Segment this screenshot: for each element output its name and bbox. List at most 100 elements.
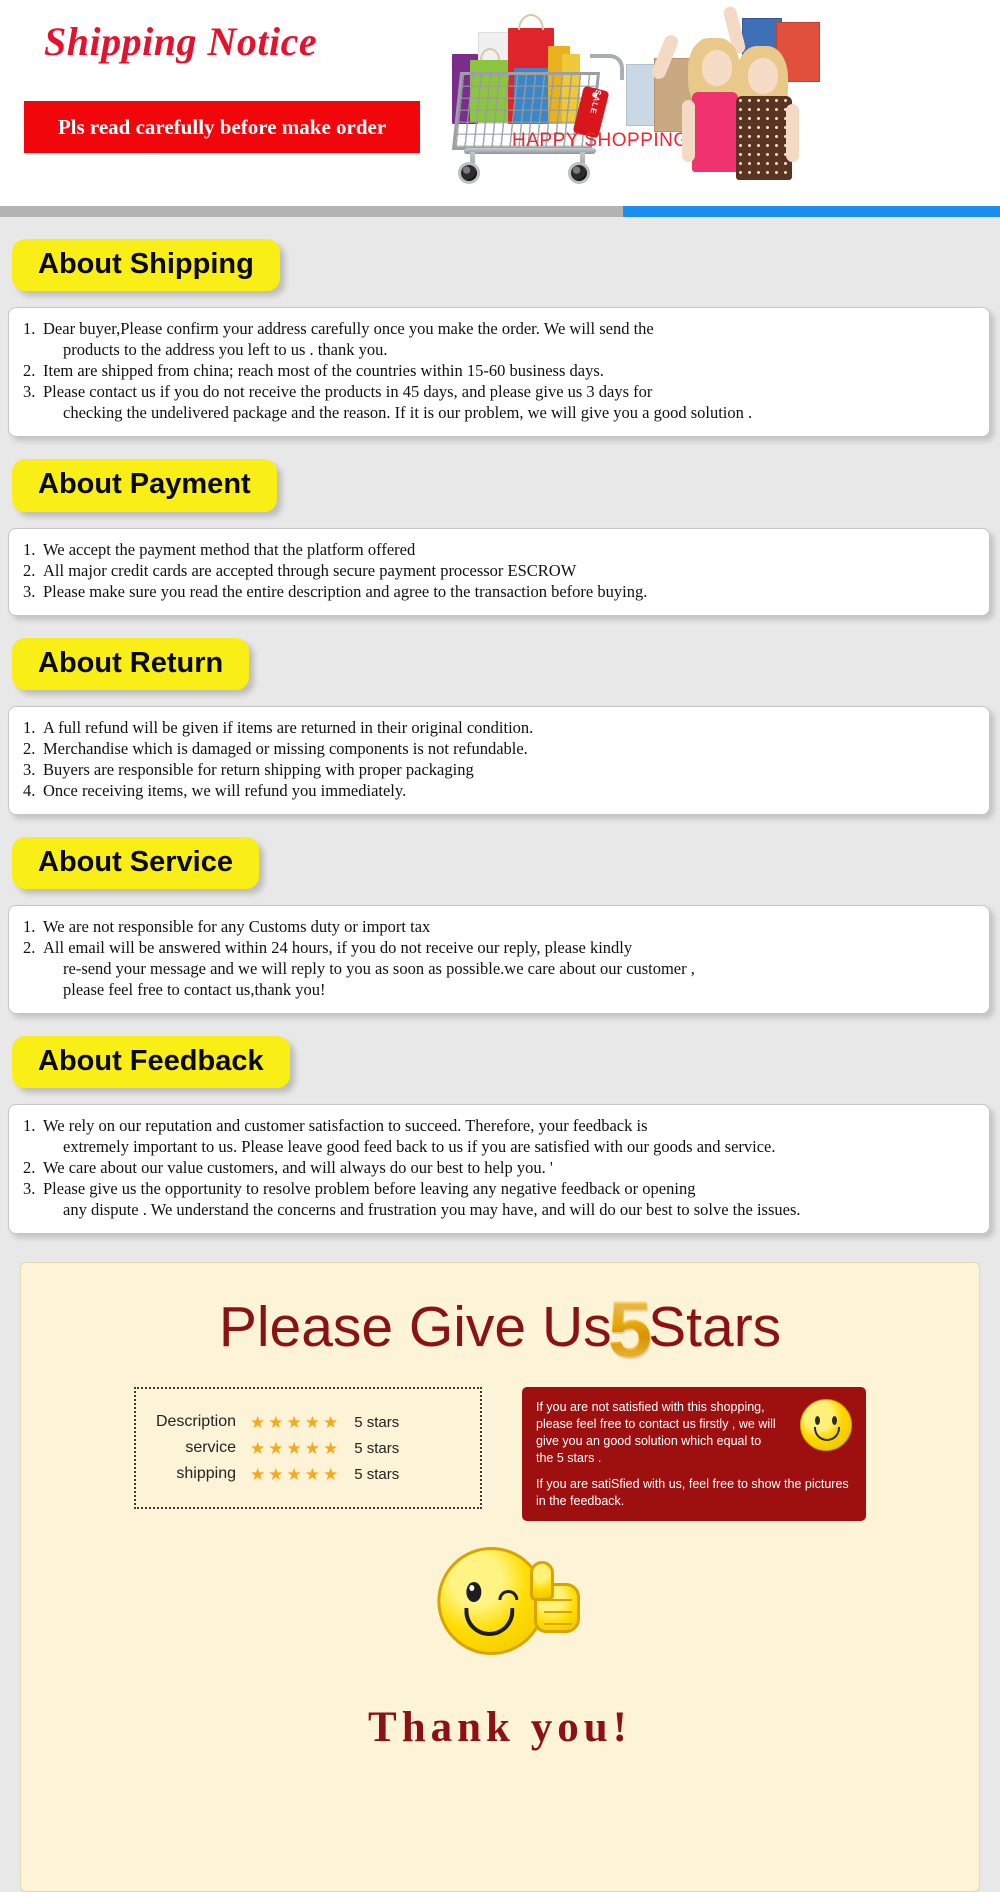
section-about-payment: About Payment 1. We accept the payment met… [0,437,1000,616]
list-item-line: please feel free to contact us,thank you… [63,980,326,1000]
section-list: 1. Dear buyer,Please confirm your address… [23,319,975,424]
section-badge[interactable]: About Feedback [12,1036,290,1089]
section-badge[interactable]: About Service [12,836,259,890]
list-item-line: Dear buyer,Please confirm your address c… [43,319,654,339]
rating-row: Description ★ ★ ★ ★ ★ 5 stars [154,1413,458,1431]
rating-label: service [185,1439,236,1457]
divider-blue-segment [623,206,1000,217]
rating-stars[interactable]: ★ ★ ★ ★ ★ [250,1414,338,1431]
list-item-line: Once receiving items, we will refund you… [43,780,407,800]
star-icon[interactable]: ★ [287,1440,302,1457]
section-list: 1. A full refund will be given if items a… [23,718,975,802]
list-item: 2. Item are shipped from china; reach mos… [23,361,975,382]
list-item: 1. We accept the payment method that the … [23,540,975,561]
list-item: 1. We rely on our reputation and customer… [23,1116,975,1158]
thank-you-label: Thank you! [368,1704,632,1752]
list-item: 4. Once receiving items, we will refund y… [23,781,975,802]
list-item-line: products to the address you left to us .… [63,340,388,360]
list-item-number: 1. [23,319,36,339]
give-us-heading: Please Give Us5Stars [21,1283,979,1374]
sections-container: About Shipping 1. Dear buyer,Please confir… [0,217,1000,1241]
list-item-number: 3. [23,382,36,402]
list-item-line: Merchandise which is damaged or missing … [43,738,528,758]
list-item-line: extremely important to us. Please leave … [63,1137,776,1157]
section-panel: 1. A full refund will be given if items a… [8,705,990,815]
list-item-number: 1. [23,539,36,559]
list-item-line: All major credit cards are accepted thro… [43,560,577,580]
list-item-number: 2. [23,938,36,958]
section-badge[interactable]: About Shipping [12,239,280,292]
section-badge[interactable]: About Payment [12,459,277,512]
rating-label: shipping [176,1465,236,1483]
star-icon[interactable]: ★ [305,1414,320,1431]
star-icon[interactable]: ★ [305,1466,320,1483]
section-about-shipping: About Shipping 1. Dear buyer,Please confir… [0,217,1000,438]
section-about-service: About Service 1. We are not responsible fo… [0,815,1000,1014]
section-about-return: About Return 1. A full refund will be give… [0,616,1000,815]
list-item-line: checking the undelivered package and the… [63,403,753,423]
list-item-number: 3. [23,1179,36,1199]
star-icon[interactable]: ★ [250,1440,265,1457]
star-icon[interactable]: ★ [323,1414,338,1431]
list-item: 2. We care about our value customers, and… [23,1158,975,1179]
list-item: 2. Merchandise which is damaged or missin… [23,739,975,760]
list-item-line: We care about our value customers, and w… [43,1158,553,1178]
divider-gray-segment [0,206,623,217]
rating-value: 5 stars [354,1413,400,1431]
rating-value: 5 stars [354,1439,400,1457]
page-title: Shipping Notice [44,19,318,64]
list-item-line: Please give us the opportunity to resolv… [43,1179,696,1199]
notice-ribbon: Pls read carefully before make order [24,101,420,153]
star-icon[interactable]: ★ [323,1440,338,1457]
list-item: 1. We are not responsible for any Customs… [23,917,975,938]
list-item-line: Item are shipped from china; reach most … [43,361,604,381]
thumbs-up-emoji-wrap [21,1547,979,1697]
list-item: 1. A full refund will be given if items a… [23,718,975,739]
list-item-number: 2. [23,1158,36,1178]
list-item: 3. Please contact us if you do not receiv… [23,382,975,424]
star-icon[interactable]: ★ [287,1414,302,1431]
shoppers-photo [600,0,860,180]
list-item-line: We accept the payment method that the pl… [43,539,416,559]
rating-stars[interactable]: ★ ★ ★ ★ ★ [250,1440,338,1457]
list-item: 2. All major credit cards are accepted th… [23,561,975,582]
section-badge[interactable]: About Return [12,637,250,690]
list-item-number: 2. [23,361,36,381]
list-item-number: 1. [23,717,36,737]
star-icon[interactable]: ★ [250,1414,265,1431]
section-panel: 1. We rely on our reputation and customer… [8,1104,990,1235]
star-icon[interactable]: ★ [268,1440,283,1457]
list-item-number: 3. [23,581,36,601]
list-item: 3. Buyers are responsible for return ship… [23,760,975,781]
list-item-line: All email will be answered within 24 hou… [43,938,633,958]
list-item-line: Please contact us if you do not receive … [43,382,653,402]
smiley-face-icon [800,1399,852,1452]
section-panel: 1. We are not responsible for any Customs… [8,905,990,1014]
list-item: 3. Please make sure you read the entire d… [23,582,975,603]
header-divider [0,206,1000,217]
star-icon[interactable]: ★ [250,1466,265,1483]
section-list: 1. We accept the payment method that the … [23,540,975,603]
list-item-number: 3. [23,759,36,779]
list-item-line: A full refund will be given if items are… [43,717,534,737]
rating-stars[interactable]: ★ ★ ★ ★ ★ [250,1466,338,1483]
big-five-number: 5 [607,1284,653,1374]
list-item-number: 2. [23,738,36,758]
star-icon[interactable]: ★ [268,1466,283,1483]
star-icon[interactable]: ★ [323,1466,338,1483]
section-about-feedback: About Feedback 1. We rely on our reputatio… [0,1014,1000,1235]
satisfaction-notice: If you are not satisfied with this shopp… [522,1387,866,1522]
list-item-number: 4. [23,780,36,800]
list-item: 1. Dear buyer,Please confirm your address… [23,319,975,361]
give-us-heading-before: Please Give Us [218,1295,612,1360]
star-icon[interactable]: ★ [287,1466,302,1483]
section-panel: 1. Dear buyer,Please confirm your address… [8,307,990,438]
list-item-number: 1. [23,917,36,937]
star-icon[interactable]: ★ [268,1414,283,1431]
star-icon[interactable]: ★ [305,1440,320,1457]
five-stars-panel: Please Give Us5Stars Description ★ ★ ★ ★ ★ 5 s… [20,1262,980,1892]
list-item-line: any dispute . We understand the concerns… [63,1200,801,1220]
list-item-line: Please make sure you read the entire des… [43,581,648,601]
section-panel: 1. We accept the payment method that the … [8,527,990,616]
notice-paragraph-2: If you are satiSfied with us, feel free … [536,1476,849,1508]
